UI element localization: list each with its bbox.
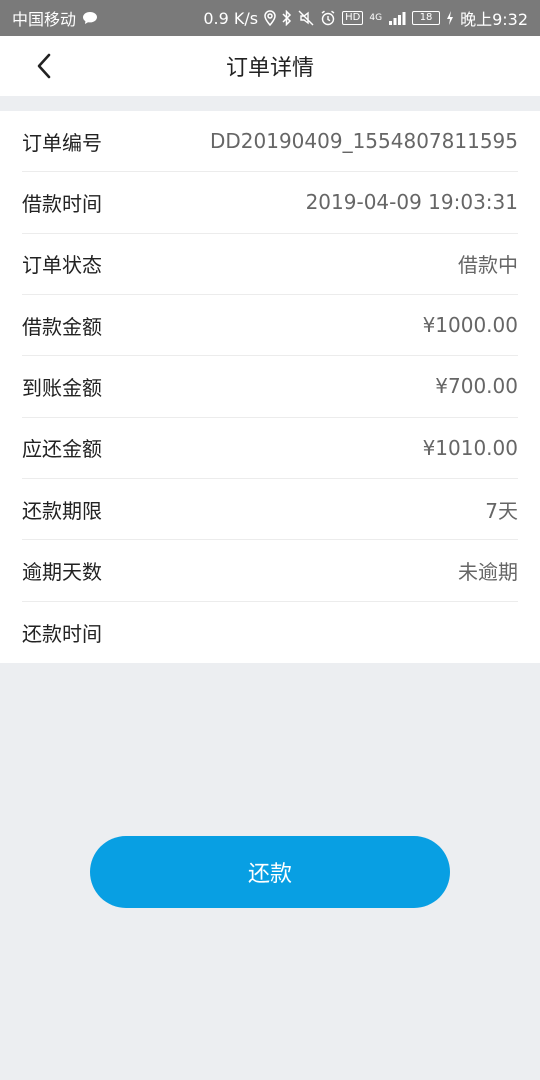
detail-label: 订单状态 bbox=[22, 253, 102, 278]
network-speed: 0.9 K/s bbox=[203, 8, 259, 28]
detail-label: 应还金额 bbox=[22, 437, 102, 462]
detail-value: 未逾期 bbox=[458, 559, 518, 584]
network-type: 4G bbox=[369, 13, 383, 23]
detail-value: 7天 bbox=[485, 498, 518, 523]
charging-icon bbox=[446, 11, 454, 25]
battery-icon: 18 bbox=[412, 11, 441, 25]
detail-row-loan-time: 借款时间 2019-04-09 19:03:31 bbox=[22, 172, 518, 234]
page-title: 订单详情 bbox=[225, 56, 314, 81]
detail-value: DD20190409_1554807811595 bbox=[209, 129, 518, 154]
detail-label: 借款时间 bbox=[22, 191, 102, 216]
status-bar-right: 0.9 K/s HD 4G 18 晚上9:32 bbox=[203, 6, 528, 30]
detail-row-overdue-days: 逾期天数 未逾期 bbox=[22, 540, 518, 602]
detail-value: ¥1010.00 bbox=[422, 435, 518, 460]
status-bar: 中国移动 0.9 K/s HD 4G 18 晚上9:32 bbox=[0, 0, 540, 36]
chat-bubble-icon bbox=[82, 11, 98, 25]
hd-badge: HD bbox=[342, 11, 364, 25]
detail-label: 还款期限 bbox=[22, 498, 102, 523]
detail-value: 借款中 bbox=[458, 253, 518, 278]
clock: 晚上9:32 bbox=[460, 10, 528, 29]
location-icon bbox=[264, 10, 276, 26]
chevron-left-icon bbox=[37, 53, 51, 79]
carrier-name: 中国移动 bbox=[12, 10, 77, 29]
battery-level: 18 bbox=[419, 12, 433, 23]
mute-icon bbox=[298, 10, 314, 26]
detail-row-received-amount: 到账金额 ¥700.00 bbox=[22, 356, 518, 418]
detail-row-order-number: 订单编号 DD20190409_1554807811595 bbox=[22, 111, 518, 173]
status-bar-left: 中国移动 bbox=[12, 6, 98, 30]
nav-bar: 订单详情 bbox=[0, 36, 540, 96]
detail-label: 到账金额 bbox=[22, 375, 102, 400]
detail-label: 还款时间 bbox=[22, 621, 102, 646]
back-button[interactable] bbox=[28, 50, 60, 82]
order-details-list: 订单编号 DD20190409_1554807811595 借款时间 2019-… bbox=[0, 111, 540, 663]
detail-row-repay-term: 还款期限 7天 bbox=[22, 479, 518, 541]
detail-value: ¥1000.00 bbox=[422, 313, 518, 338]
detail-row-repay-amount: 应还金额 ¥1010.00 bbox=[22, 418, 518, 479]
detail-label: 逾期天数 bbox=[22, 559, 102, 584]
detail-value: ¥700.00 bbox=[435, 374, 518, 399]
detail-row-repay-time: 还款时间 bbox=[22, 602, 518, 663]
bluetooth-icon bbox=[282, 10, 292, 26]
detail-row-loan-amount: 借款金额 ¥1000.00 bbox=[22, 295, 518, 357]
alarm-icon bbox=[320, 10, 336, 26]
detail-value: 2019-04-09 19:03:31 bbox=[305, 190, 518, 215]
signal-icon bbox=[388, 11, 406, 25]
repay-button[interactable]: 还款 bbox=[90, 836, 450, 908]
detail-label: 借款金额 bbox=[22, 314, 102, 339]
detail-label: 订单编号 bbox=[22, 130, 102, 155]
detail-row-order-status: 订单状态 借款中 bbox=[22, 234, 518, 295]
